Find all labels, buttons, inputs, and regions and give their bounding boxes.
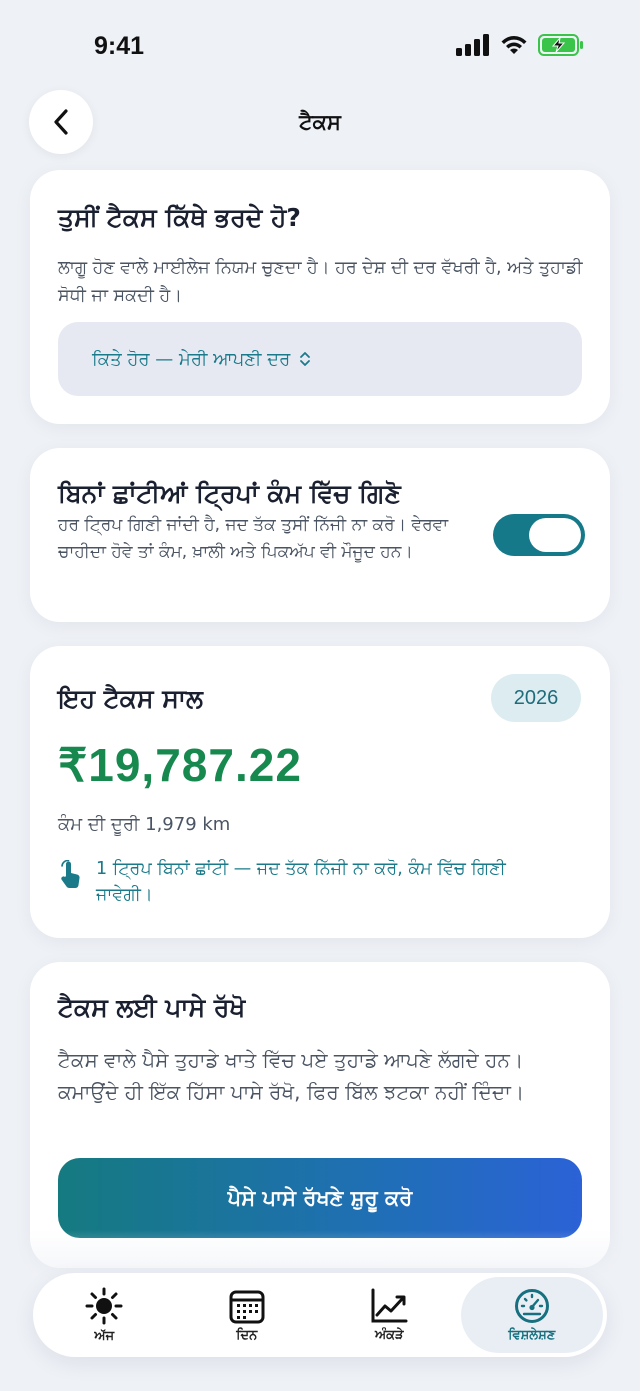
cellular-signal-icon: [456, 34, 489, 56]
tax-region-selected-value: ਕਿਤੇ ਹੋਰ — ਮੇਰੀ ਆਪਣੀ ਦਰ: [92, 348, 291, 370]
start-setting-aside-label: ਪੈਸੇ ਪਾਸੇ ਰੱਖਣੇ ਸ਼ੁਰੂ ਕਰੋ: [227, 1185, 413, 1210]
set-aside-card: ਟੈਕਸ ਲਈ ਪਾਸੇ ਰੱਖੋ ਟੈਕਸ ਵਾਲੇ ਪੈਸੇ ਤੁਹਾਡੇ …: [30, 962, 610, 1268]
tab-bar: ਅੱਜ ਦਿਨ ਅੰਕੜੇ ਵਿਸ਼ਲੇਸ਼ਣ: [33, 1273, 607, 1357]
chart-line-icon: [371, 1288, 408, 1322]
tax-region-title: ਤੁਸੀਂ ਟੈਕਸ ਕਿੱਥੇ ਭਰਦੇ ਹੋ?: [58, 203, 301, 232]
count-unsorted-description: ਹਰ ਟ੍ਰਿਪ ਗਿਣੀ ਜਾਂਦੀ ਹੈ, ਜਦ ਤੱਕ ਤੁਸੀਂ ਨਿੱ…: [58, 515, 449, 562]
tab-today[interactable]: ਅੱਜ: [33, 1273, 176, 1357]
tax-year-card: ਇਹ ਟੈਕਸ ਸਾਲ 2026 ₹19,787.22 ਕੰਮ ਦੀ ਦੂਰੀ …: [30, 646, 610, 938]
tab-stats[interactable]: ਅੰਕੜੇ: [318, 1273, 461, 1357]
start-setting-aside-button[interactable]: ਪੈਸੇ ਪਾਸੇ ਰੱਖਣੇ ਸ਼ੁਰੂ ਕਰੋ: [58, 1158, 582, 1238]
tax-year-title: ਇਹ ਟੈਕਸ ਸਾਲ: [58, 684, 203, 713]
tax-region-card: ਤੁਸੀਂ ਟੈਕਸ ਕਿੱਥੇ ਭਰਦੇ ਹੋ? ਲਾਗੂ ਹੋਣ ਵਾਲੇ …: [30, 170, 610, 424]
tab-days-label: ਦਿਨ: [236, 1327, 258, 1343]
tab-analysis[interactable]: ਵਿਸ਼ਲੇਸ਼ਣ: [460, 1277, 603, 1353]
tab-stats-label: ਅੰਕੜੇ: [374, 1327, 404, 1343]
hand-tap-icon: [61, 860, 80, 888]
page-title: ਟੈਕਸ: [299, 110, 341, 134]
count-unsorted-title: ਬਿਨਾਂ ਛਾਂਟੀਆਂ ਟ੍ਰਿਪਾਂ ਕੰਮ ਵਿੱਚ ਗਿਣੋ: [58, 479, 401, 508]
work-distance: ਕੰਮ ਦੀ ਦੂਰੀ 1,979 km: [58, 814, 231, 835]
tax-region-description: ਲਾਗੂ ਹੋਣ ਵਾਲੇ ਮਾਈਲੇਜ ਨਿਯਮ ਚੁਣਦਾ ਹੈ। ਹਰ ਦ…: [58, 258, 583, 306]
unsorted-note[interactable]: 1 ਟ੍ਰਿਪ ਬਿਨਾਂ ਛਾਂਟੀ — ਜਦ ਤੱਕ ਨਿੱਜੀ ਨਾ ਕਰ…: [58, 856, 558, 908]
status-icons: [456, 34, 584, 56]
set-aside-title: ਟੈਕਸ ਲਈ ਪਾਸੇ ਰੱਖੋ: [58, 993, 246, 1022]
speedometer-icon: [514, 1288, 549, 1323]
wifi-icon: [501, 36, 527, 54]
battery-charging-icon: [538, 34, 583, 56]
nav-bar: ਟੈਕਸ: [0, 90, 640, 156]
toggle-knob: [529, 518, 581, 552]
status-bar: 9:41: [0, 0, 640, 96]
tax-region-select[interactable]: ਕਿਤੇ ਹੋਰ — ਮੇਰੀ ਆਪਣੀ ਦਰ: [58, 322, 582, 396]
tab-analysis-label: ਵਿਸ਼ਲੇਸ਼ਣ: [508, 1327, 556, 1343]
unsorted-note-text: 1 ਟ੍ਰਿਪ ਬਿਨਾਂ ਛਾਂਟੀ — ਜਦ ਤੱਕ ਨਿੱਜੀ ਨਾ ਕਰ…: [96, 859, 506, 905]
count-unsorted-card: ਬਿਨਾਂ ਛਾਂਟੀਆਂ ਟ੍ਰਿਪਾਂ ਕੰਮ ਵਿੱਚ ਗਿਣੋ ਹਰ ਟ…: [30, 448, 610, 622]
tax-amount: ₹19,787.22: [58, 739, 302, 791]
sun-icon: [85, 1287, 123, 1324]
chevron-up-down-icon: [300, 352, 311, 366]
tab-today-label: ਅੱਜ: [94, 1328, 115, 1344]
count-unsorted-toggle[interactable]: [493, 514, 585, 556]
set-aside-description: ਟੈਕਸ ਵਾਲੇ ਪੈਸੇ ਤੁਹਾਡੇ ਖਾਤੇ ਵਿੱਚ ਪਏ ਤੁਹਾਡ…: [58, 1048, 525, 1104]
tab-days[interactable]: ਦਿਨ: [176, 1273, 319, 1357]
status-time: 9:41: [94, 32, 145, 60]
calendar-icon: [229, 1290, 265, 1323]
tax-year-badge[interactable]: 2026: [491, 674, 581, 722]
